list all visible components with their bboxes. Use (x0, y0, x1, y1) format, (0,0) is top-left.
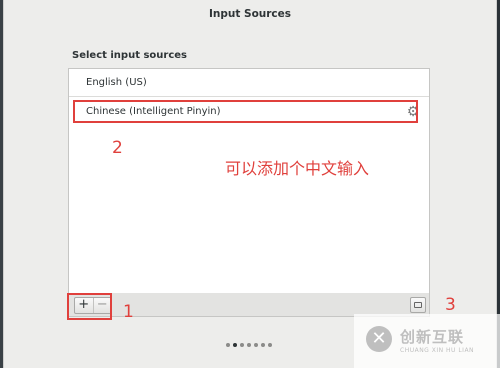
window-title: Input Sources (208, 8, 292, 20)
page-indicator (226, 343, 272, 347)
page-dot (254, 343, 258, 347)
list-item-english[interactable]: English (US) (69, 69, 429, 97)
section-label: Select input sources (72, 50, 188, 61)
annotation-step-1: 1 (123, 302, 134, 322)
watermark: ✕ 创新互联 CHUANG XIN HU LIAN (354, 314, 500, 368)
annotation-note: 可以添加个中文输入 (225, 159, 370, 178)
keyboard-icon[interactable] (410, 297, 426, 313)
page-dot (268, 343, 272, 347)
watermark-logo-icon: ✕ (366, 326, 392, 352)
annotation-box-chinese-row (73, 100, 418, 123)
watermark-subtitle: CHUANG XIN HU LIAN (400, 347, 475, 354)
list-item-label: English (US) (86, 77, 147, 88)
annotation-step-2: 2 (112, 138, 123, 158)
page-dot (240, 343, 244, 347)
watermark-title: 创新互联 (400, 328, 465, 346)
page-dot (261, 343, 265, 347)
page-dot (226, 343, 230, 347)
page-dot-active (233, 343, 237, 347)
annotation-step-3: 3 (445, 295, 456, 315)
page-dot (247, 343, 251, 347)
annotation-box-add-remove (67, 293, 112, 320)
